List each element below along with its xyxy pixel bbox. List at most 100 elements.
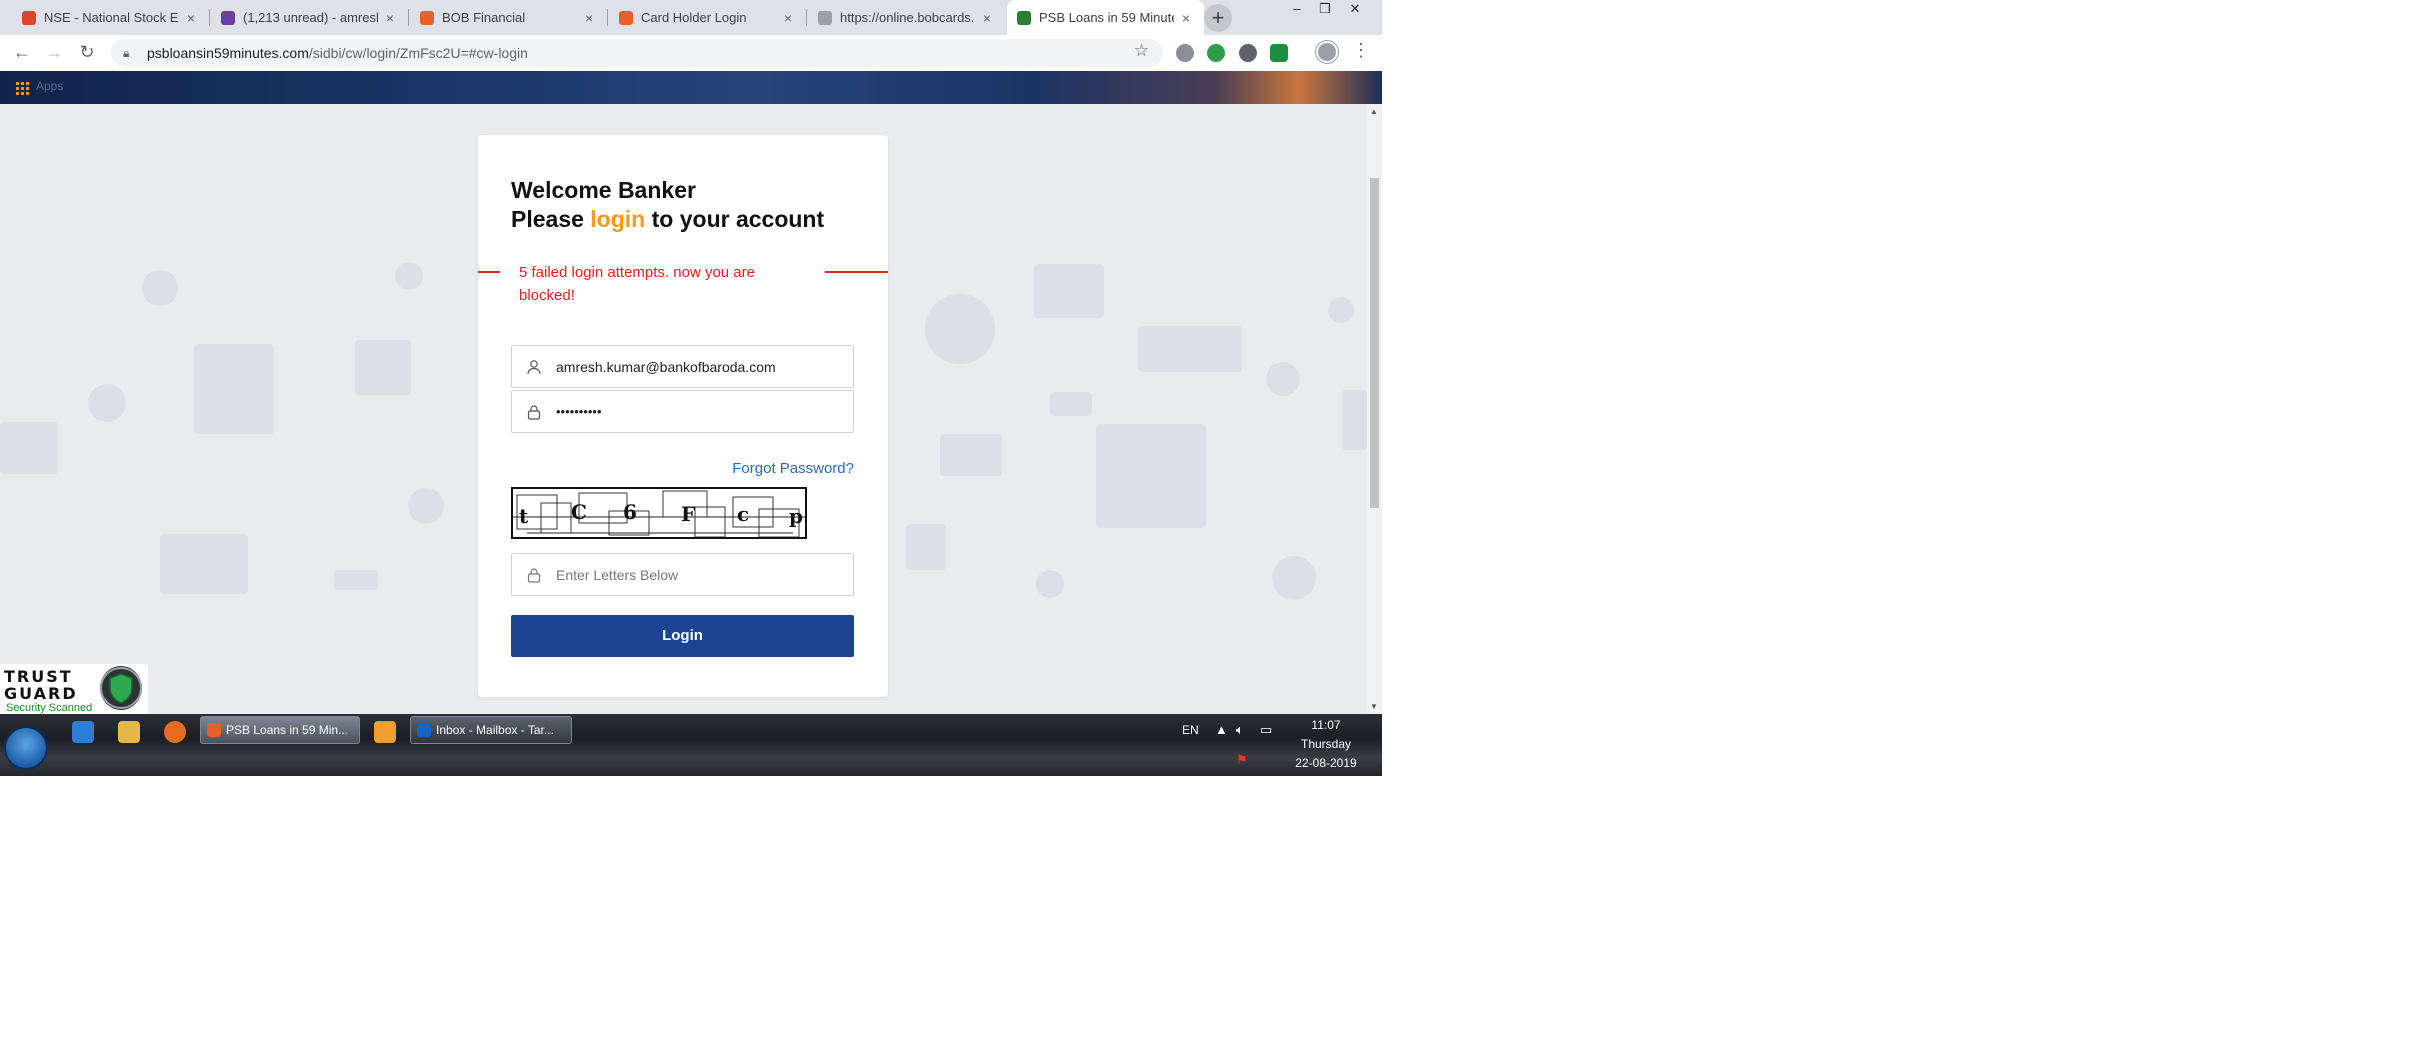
captcha-image: t C 6 F c p — [511, 487, 807, 539]
tab-close-icon[interactable]: × — [183, 10, 199, 26]
cash-illustration-icon — [334, 570, 378, 590]
shopping-bag-illustration-icon — [906, 524, 946, 570]
address-bar[interactable]: 🔒︎ psbloansin59minutes.com/sidbi/cw/logi… — [111, 39, 1163, 67]
forward-arrow-icon[interactable]: → — [41, 39, 67, 65]
lock-icon — [527, 567, 541, 583]
reload-icon[interactable]: ↻ — [74, 39, 100, 65]
tab-favicon-icon — [221, 10, 235, 25]
back-arrow-icon[interactable]: ← — [9, 39, 35, 65]
user-icon — [527, 359, 541, 374]
trustguard-line2: GUARD — [4, 684, 78, 703]
shield-icon — [100, 666, 142, 710]
tab-favicon-icon — [420, 10, 434, 25]
browser-menu-icon[interactable]: ⋮ — [1352, 40, 1370, 61]
store-illustration-icon — [194, 344, 274, 434]
url-path: /sidbi/cw/login/ZmFsc2U=#cw-login — [308, 45, 528, 61]
page-scrollbar[interactable]: ▲ ▼ — [1367, 104, 1382, 714]
subheading-prefix: Please — [511, 206, 591, 232]
graduation-cap-illustration-icon — [940, 434, 1002, 476]
apps-label[interactable]: Apps — [36, 79, 63, 93]
computer-illustration-icon — [160, 534, 248, 594]
language-indicator[interactable]: EN — [1182, 723, 1199, 737]
tab-card-holder-login[interactable]: Card Holder Login × — [609, 0, 806, 35]
error-divider-right — [825, 271, 888, 273]
skype-extension-icon[interactable] — [1176, 44, 1194, 62]
tab-favicon-icon — [619, 10, 633, 25]
windows-start-button[interactable] — [6, 728, 46, 768]
tab-close-icon[interactable]: × — [581, 10, 597, 26]
bank-illustration-icon — [355, 340, 411, 395]
file-explorer-icon[interactable] — [118, 721, 140, 743]
lock-icon: 🔒︎ — [123, 45, 130, 60]
background-illustration — [1036, 570, 1064, 598]
tab-close-icon[interactable]: × — [382, 10, 398, 26]
minimize-button[interactable]: – — [1283, 0, 1311, 18]
scroll-up-arrow-icon[interactable]: ▲ — [1370, 107, 1378, 116]
profile-avatar-icon[interactable] — [1316, 41, 1338, 63]
new-tab-button[interactable]: + — [1204, 4, 1232, 32]
captcha-input[interactable] — [556, 566, 846, 583]
tab-favicon-icon — [1017, 10, 1031, 25]
media-player-icon[interactable] — [374, 721, 396, 743]
url-host: psbloansin59minutes.com — [147, 45, 309, 61]
volume-icon[interactable]: 🔈︎ — [1236, 722, 1244, 738]
chrome-icon — [207, 723, 221, 737]
clock-date: 22-08-2019 — [1295, 756, 1357, 770]
email-input[interactable] — [556, 358, 846, 375]
clock-day: Thursday — [1300, 737, 1352, 751]
taskbar-item-label: Inbox - Mailbox - Tar... — [436, 723, 554, 737]
scroll-down-arrow-icon[interactable]: ▼ — [1370, 702, 1378, 711]
background-illustration — [1328, 297, 1354, 323]
car-illustration-icon — [1138, 326, 1242, 372]
restore-button[interactable]: ❐ — [1311, 0, 1339, 18]
login-button[interactable]: Login — [511, 615, 854, 657]
tab-title: https://online.bobcards. — [840, 10, 975, 25]
forgot-password-link[interactable]: Forgot Password? — [732, 460, 854, 477]
taskbar-item-outlook[interactable]: Inbox - Mailbox - Tar... — [410, 716, 572, 744]
captcha-field[interactable] — [511, 553, 854, 596]
cash-illustration-icon — [1050, 392, 1092, 416]
whatsapp-extension-icon[interactable] — [1207, 44, 1225, 62]
tab-bobcards[interactable]: https://online.bobcards. × — [808, 0, 1005, 35]
taskbar-item-psb-loans[interactable]: PSB Loans in 59 Min... — [200, 716, 360, 744]
tab-mail[interactable]: (1,213 unread) - amresh. × — [211, 0, 408, 35]
email-field[interactable] — [511, 345, 854, 388]
person-illustration-icon — [925, 294, 995, 364]
extension-icon[interactable] — [1239, 44, 1257, 62]
tab-close-icon[interactable]: × — [780, 10, 796, 26]
internet-explorer-icon[interactable] — [72, 721, 94, 743]
subheading-suffix: to your account — [645, 206, 825, 232]
browser-toolbar: ← → ↻ 🔒︎ psbloansin59minutes.com/sidbi/c… — [0, 35, 1382, 71]
bookmark-star-icon[interactable]: ☆ — [1134, 41, 1149, 61]
tab-psb-loans[interactable]: PSB Loans in 59 Minute × — [1007, 0, 1204, 35]
close-window-button[interactable]: ✕ — [1341, 0, 1369, 18]
password-field[interactable]: •••••••••• — [511, 390, 854, 433]
house-illustration-icon — [1096, 424, 1206, 528]
tab-bob-financial[interactable]: BOB Financial × — [410, 0, 607, 35]
bookmarks-bar: Apps — [0, 71, 1382, 104]
tab-strip: NSE - National Stock Exc × (1,213 unread… — [0, 0, 1382, 35]
scrollbar-thumb[interactable] — [1370, 178, 1379, 508]
captcha-letter: F — [681, 502, 695, 526]
id-card-illustration-icon — [1034, 264, 1104, 318]
trustguard-caption: Security Scanned — [6, 702, 93, 714]
tab-close-icon[interactable]: × — [979, 10, 995, 26]
green-extension-icon[interactable] — [1270, 44, 1288, 62]
firefox-icon[interactable] — [164, 721, 186, 743]
background-illustration — [142, 270, 178, 306]
system-clock[interactable]: 11:07 Thursday 22-08-2019 — [1290, 716, 1362, 773]
tab-close-icon[interactable]: × — [1178, 10, 1194, 26]
login-subheading: Please login to your account — [511, 206, 824, 233]
tab-nse[interactable]: NSE - National Stock Exc × — [12, 0, 209, 35]
error-message: 5 failed login attempts. now you are blo… — [519, 264, 755, 304]
password-input[interactable]: •••••••••• — [556, 404, 602, 419]
trustguard-badge[interactable]: TRUST GUARD Security Scanned — [0, 664, 148, 714]
tab-title: PSB Loans in 59 Minute — [1039, 10, 1174, 25]
action-center-flag-icon[interactable]: ⚑ — [1236, 752, 1248, 768]
apps-grid-icon[interactable] — [16, 82, 29, 95]
tray-expand-icon[interactable]: ▲ — [1215, 722, 1228, 737]
subheading-accent: login — [590, 206, 646, 232]
network-icon[interactable]: ▭ — [1260, 722, 1272, 738]
background-illustration — [1342, 390, 1367, 450]
tab-title: NSE - National Stock Exc — [44, 10, 179, 25]
